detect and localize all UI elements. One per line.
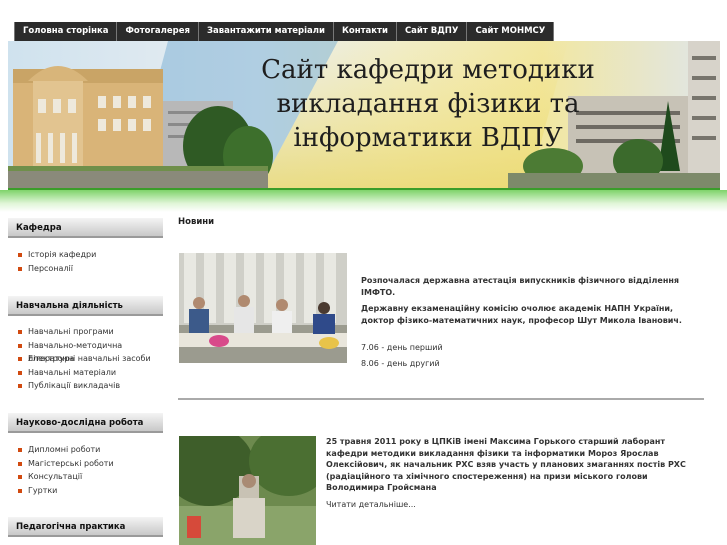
- sidebar-item-curricula[interactable]: Навчальні програми: [18, 325, 168, 339]
- sidebar-list-research: Дипломні роботи Магістерські роботи Конс…: [18, 443, 168, 497]
- site-title: Сайт кафедри методики викладання фізики …: [261, 55, 595, 153]
- sidebar-item-clubs[interactable]: Гуртки: [18, 484, 168, 498]
- sidebar-item-e-learning[interactable]: Електронні навчальні засоби: [18, 352, 168, 366]
- article-1-title[interactable]: Розпочалася державна атестація випускник…: [361, 275, 706, 298]
- news-heading: Новини: [178, 217, 215, 227]
- header-banner: Сайт кафедри методики викладання фізики …: [8, 41, 720, 191]
- nav-downloads[interactable]: Завантажити матеріали: [198, 22, 334, 41]
- article-1-photo[interactable]: [179, 253, 347, 363]
- sidebar-item-consultations[interactable]: Консультації: [18, 470, 168, 484]
- sidebar-heading-practice: Педагогічна практика: [8, 517, 163, 537]
- read-more-link[interactable]: Читати детальніше...: [326, 500, 708, 509]
- sidebar-heading-department: Кафедра: [8, 218, 163, 238]
- nav-photo-gallery[interactable]: Фотогалерея: [117, 22, 199, 41]
- sidebar-list-department: Історія кафедри Персоналії: [18, 248, 168, 275]
- article-2-title[interactable]: 25 травня 2011 року в ЦПКіВ імені Максим…: [326, 436, 708, 494]
- nav-contacts[interactable]: Контакти: [333, 22, 397, 41]
- sidebar-heading-research: Науково-дослідна робота: [8, 413, 163, 433]
- sidebar-item-methodical-literature[interactable]: Навчально-методична література: [18, 339, 168, 363]
- article-1-subtitle: Державну екзаменаційну комісію очолює ак…: [361, 304, 682, 325]
- sidebar-item-diploma-works[interactable]: Дипломні роботи: [18, 443, 168, 457]
- sidebar-item-materials[interactable]: Навчальні матеріали: [18, 366, 168, 380]
- nav-vdpu-site[interactable]: Сайт ВДПУ: [396, 22, 468, 41]
- article-1-line-2: 8.06 - день другий: [361, 359, 440, 368]
- sidebar-item-publications[interactable]: Публікації викладачів: [18, 379, 168, 393]
- article-1: Розпочалася державна атестація випускник…: [361, 275, 706, 370]
- article-1-line-1: 7.06 - день перший: [361, 343, 443, 352]
- article-2-photo[interactable]: [179, 436, 316, 545]
- sidebar-item-master-works[interactable]: Магістерські роботи: [18, 457, 168, 471]
- article-divider: [178, 398, 704, 400]
- top-navigation: Головна сторінка Фотогалерея Завантажити…: [14, 22, 555, 41]
- sidebar-heading-teaching: Навчальна діяльність: [8, 296, 163, 316]
- nav-monmsu-site[interactable]: Сайт МОНМСУ: [467, 22, 555, 41]
- article-2: 25 травня 2011 року в ЦПКіВ імені Максим…: [326, 436, 708, 509]
- page: Головна сторінка Фотогалерея Завантажити…: [0, 0, 727, 545]
- nav-home[interactable]: Головна сторінка: [14, 22, 118, 41]
- sidebar-item-staff[interactable]: Персоналії: [18, 262, 168, 276]
- banner-green-strip: [0, 190, 727, 212]
- sidebar-item-history[interactable]: Історія кафедри: [18, 248, 168, 262]
- sidebar-list-teaching: Навчальні програми Навчально-методична л…: [18, 325, 168, 393]
